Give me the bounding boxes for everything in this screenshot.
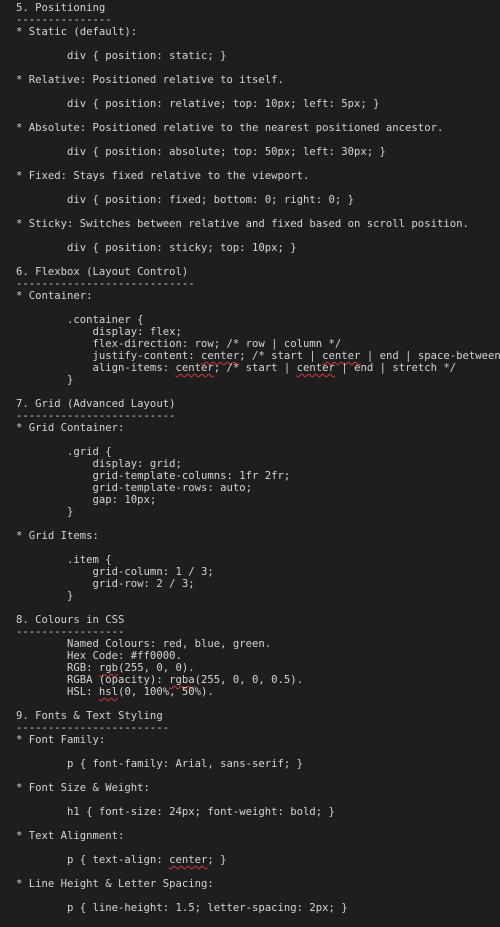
code-line: grid-template-columns: 1fr 2fr; bbox=[16, 470, 291, 482]
bullet-line-height: * Line Height & Letter Spacing: bbox=[16, 878, 214, 890]
code-relative: div { position: relative; top: 10px; lef… bbox=[16, 98, 380, 110]
spellcheck-squiggle: center bbox=[169, 854, 208, 866]
code-line: h1 { font-size: 24px; font-weight: bold;… bbox=[16, 806, 335, 818]
heading-underline: --------------- bbox=[16, 14, 112, 26]
bullet-absolute: * Absolute: Positioned relative to the n… bbox=[16, 122, 444, 134]
bullet-static: * Static (default): bbox=[16, 26, 138, 38]
section-heading-flexbox: 6. Flexbox (Layout Control) bbox=[16, 266, 189, 278]
spellcheck-squiggle: center bbox=[200, 350, 240, 362]
spellcheck-squiggle: center bbox=[175, 362, 214, 374]
code-line: gap: 10px; bbox=[16, 494, 157, 506]
code-line: .container { bbox=[16, 314, 144, 326]
bullet-relative: * Relative: Positioned relative to itsel… bbox=[16, 74, 284, 86]
code-line: .grid { bbox=[16, 446, 112, 458]
text-editor-area[interactable]: 5. Positioning --------------- * Static … bbox=[0, 0, 500, 927]
section-heading-grid: 7. Grid (Advanced Layout) bbox=[16, 398, 176, 410]
section-heading-positioning: 5. Positioning bbox=[16, 2, 106, 14]
bullet-sticky: * Sticky: Switches between relative and … bbox=[16, 218, 469, 230]
bullet-text-alignment: * Text Alignment: bbox=[16, 830, 125, 842]
code-line: p { line-height: 1.5; letter-spacing: 2p… bbox=[16, 902, 348, 914]
code-sticky: div { position: sticky; top: 10px; } bbox=[16, 242, 297, 254]
code-line: .item { bbox=[16, 554, 112, 566]
bullet-grid-items: * Grid Items: bbox=[16, 530, 99, 542]
bullet-container: * Container: bbox=[16, 290, 93, 302]
bullet-fixed: * Fixed: Stays fixed relative to the vie… bbox=[16, 170, 310, 182]
code-fixed: div { position: fixed; bottom: 0; right:… bbox=[16, 194, 355, 206]
heading-underline: ---------------------------- bbox=[16, 278, 195, 290]
text-line: Named Colours: red, blue, green. bbox=[16, 638, 272, 650]
code-line: grid-template-rows: auto; bbox=[16, 482, 252, 494]
text-line: RGBA (opacity): rgba(255, 0, 0, 0.5). bbox=[16, 674, 304, 686]
text-line: HSL: hsl(0, 100%, 50%). bbox=[16, 686, 214, 698]
code-line: p { text-align: center; } bbox=[16, 854, 227, 866]
heading-underline: ----------------- bbox=[16, 626, 125, 638]
bullet-grid-container: * Grid Container: bbox=[16, 422, 125, 434]
section-heading-fonts: 9. Fonts & Text Styling bbox=[16, 710, 163, 722]
heading-underline: ------------------------ bbox=[16, 722, 170, 734]
text-line: RGB: rgb(255, 0, 0). bbox=[16, 662, 195, 674]
code-line: grid-row: 2 / 3; bbox=[16, 578, 195, 590]
code-line: } bbox=[16, 374, 74, 386]
code-static: div { position: static; } bbox=[16, 50, 227, 62]
bullet-font-size-weight: * Font Size & Weight: bbox=[16, 782, 150, 794]
spellcheck-squiggle: rgba bbox=[169, 674, 195, 686]
code-line: } bbox=[16, 506, 74, 518]
bullet-font-family: * Font Family: bbox=[16, 734, 106, 746]
code-line: flex-direction: row; /* row | column */ bbox=[16, 338, 342, 350]
section-heading-colours: 8. Colours in CSS bbox=[16, 614, 125, 626]
code-line: display: grid; bbox=[16, 458, 182, 470]
heading-underline: ------------------------- bbox=[16, 410, 176, 422]
code-line: display: flex; bbox=[16, 326, 182, 338]
code-line: p { font-family: Arial, sans-serif; } bbox=[16, 758, 304, 770]
code-absolute: div { position: absolute; top: 50px; lef… bbox=[16, 146, 386, 158]
code-line: } bbox=[16, 590, 74, 602]
spellcheck-squiggle: hsl bbox=[98, 686, 119, 698]
code-line: grid-column: 1 / 3; bbox=[16, 566, 214, 578]
spellcheck-squiggle: center bbox=[322, 350, 361, 362]
spellcheck-squiggle: center bbox=[296, 362, 335, 374]
spellcheck-squiggle: rgb bbox=[98, 662, 119, 674]
code-line: align-items: center; /* start | center |… bbox=[16, 362, 457, 374]
text-line: Hex Code: #ff0000. bbox=[16, 650, 182, 662]
code-line: justify-content: center; /* start | cent… bbox=[16, 350, 500, 362]
